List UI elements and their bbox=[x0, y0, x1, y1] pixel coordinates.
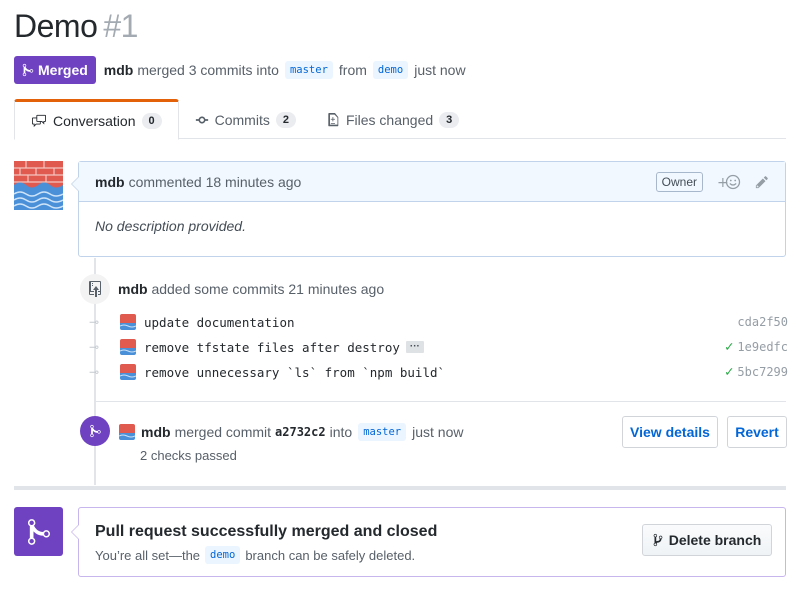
merged-title: Pull request successfully merged and clo… bbox=[95, 523, 438, 540]
merge-time: just now bbox=[414, 62, 466, 78]
merge-time: just now bbox=[412, 424, 464, 440]
merge-event: mdb merged commit a2732c2 into master ju… bbox=[119, 423, 463, 441]
tab-files-changed[interactable]: Files changed 3 bbox=[312, 99, 475, 140]
check-icon[interactable]: ✓ bbox=[725, 364, 733, 380]
list-item: ⊸ remove tfstate files after destroy ···… bbox=[88, 335, 788, 359]
comment-header: mdb commented 18 minutes ago Owner + bbox=[79, 162, 785, 202]
head-branch[interactable]: demo bbox=[372, 61, 409, 79]
avatar[interactable] bbox=[14, 161, 63, 210]
check-icon[interactable]: ✓ bbox=[725, 339, 733, 355]
checks-status[interactable]: 2 checks passed bbox=[140, 448, 237, 463]
git-branch-icon bbox=[653, 533, 663, 547]
merge-branch[interactable]: master bbox=[358, 423, 407, 441]
file-diff-icon bbox=[328, 112, 339, 126]
state-badge: Merged bbox=[14, 56, 96, 84]
avatar[interactable] bbox=[120, 314, 136, 330]
comment-action: commented 18 minutes ago bbox=[128, 173, 302, 190]
comment-box: mdb commented 18 minutes ago Owner + No … bbox=[71, 161, 786, 257]
delete-branch-label: Delete branch bbox=[668, 532, 762, 548]
merge-icon bbox=[22, 63, 34, 77]
tab-counter: 3 bbox=[439, 111, 460, 128]
git-merge-icon bbox=[80, 416, 110, 446]
pr-meta: Merged mdb merged 3 commits into master … bbox=[14, 56, 466, 84]
pr-number: #1 bbox=[103, 8, 138, 44]
comment-author[interactable]: mdb bbox=[95, 174, 125, 190]
tab-label: Conversation bbox=[53, 112, 136, 129]
list-item: ⊸ update documentation cda2f50 bbox=[88, 310, 788, 334]
merge-action: merged commit bbox=[174, 424, 272, 440]
view-details-button[interactable]: View details bbox=[622, 416, 718, 448]
timeline-separator bbox=[14, 486, 786, 490]
commit-sha[interactable]: cda2f50 bbox=[737, 315, 788, 329]
git-commit-icon: ⊸ bbox=[88, 365, 100, 379]
list-item: ⊸ remove unnecessary `ls` from `npm buil… bbox=[88, 360, 788, 384]
merged-sub-suffix: branch can be safely deleted. bbox=[245, 547, 416, 563]
tab-counter: 2 bbox=[275, 111, 296, 128]
page-title: Demo #1 bbox=[14, 8, 138, 45]
avatar[interactable] bbox=[120, 364, 136, 380]
merge-commit-sha[interactable]: a2732c2 bbox=[275, 425, 326, 439]
delete-branch-button[interactable]: Delete branch bbox=[642, 524, 772, 556]
merge-summary: merged 3 commits into bbox=[137, 62, 279, 78]
avatar[interactable] bbox=[120, 339, 136, 355]
pencil-icon[interactable] bbox=[755, 175, 769, 189]
pr-tabs: Conversation 0 Commits 2 Files changed 3 bbox=[14, 99, 786, 140]
repo-push-icon bbox=[80, 274, 110, 304]
owner-badge: Owner bbox=[655, 171, 703, 192]
sha-text[interactable]: 1e9edfc bbox=[737, 340, 788, 354]
event-text: added some commits 21 minutes ago bbox=[151, 281, 385, 297]
from-word: from bbox=[338, 62, 367, 78]
comment-body: No description provided. bbox=[95, 218, 246, 234]
merged-sub-prefix: You’re all set—the bbox=[95, 547, 201, 563]
event-author[interactable]: mdb bbox=[118, 281, 148, 297]
commits-event: mdb added some commits 21 minutes ago bbox=[118, 281, 384, 297]
tab-counter: 0 bbox=[141, 112, 162, 129]
into-word: into bbox=[329, 424, 353, 440]
git-commit-icon: ⊸ bbox=[88, 315, 100, 329]
expand-ellipsis-button[interactable]: ··· bbox=[405, 341, 424, 353]
sha-text[interactable]: 5bc7299 bbox=[737, 365, 788, 379]
avatar[interactable] bbox=[119, 424, 135, 440]
pr-title: Demo bbox=[14, 8, 98, 44]
state-label: Merged bbox=[38, 62, 88, 78]
commit-message[interactable]: remove unnecessary `ls` from `npm build` bbox=[144, 365, 445, 380]
comment-discussion-icon bbox=[32, 114, 46, 127]
sha-text[interactable]: cda2f50 bbox=[737, 315, 788, 329]
author-link[interactable]: mdb bbox=[104, 62, 134, 78]
revert-button[interactable]: Revert bbox=[727, 416, 787, 448]
commit-sha[interactable]: ✓ 1e9edfc bbox=[725, 339, 788, 355]
git-commit-icon: ⊸ bbox=[88, 340, 100, 354]
commit-message[interactable]: update documentation bbox=[144, 315, 295, 330]
merged-branch[interactable]: demo bbox=[205, 546, 241, 564]
commit-message[interactable]: remove tfstate files after destroy bbox=[144, 340, 400, 355]
divider bbox=[96, 401, 786, 402]
tab-label: Commits bbox=[214, 111, 270, 128]
git-merge-icon bbox=[14, 507, 63, 556]
merged-subtitle: You’re all set—the demo branch can be sa… bbox=[95, 546, 415, 564]
tab-label: Files changed bbox=[345, 111, 434, 128]
merged-panel: Pull request successfully merged and clo… bbox=[71, 507, 786, 577]
tab-conversation[interactable]: Conversation 0 bbox=[14, 99, 179, 140]
base-branch[interactable]: master bbox=[284, 61, 333, 79]
tab-commits[interactable]: Commits 2 bbox=[179, 99, 312, 140]
merge-author[interactable]: mdb bbox=[141, 424, 171, 440]
commit-sha[interactable]: ✓ 5bc7299 bbox=[725, 364, 788, 380]
git-commit-icon bbox=[195, 116, 208, 123]
add-reaction-icon[interactable]: + bbox=[717, 174, 741, 190]
